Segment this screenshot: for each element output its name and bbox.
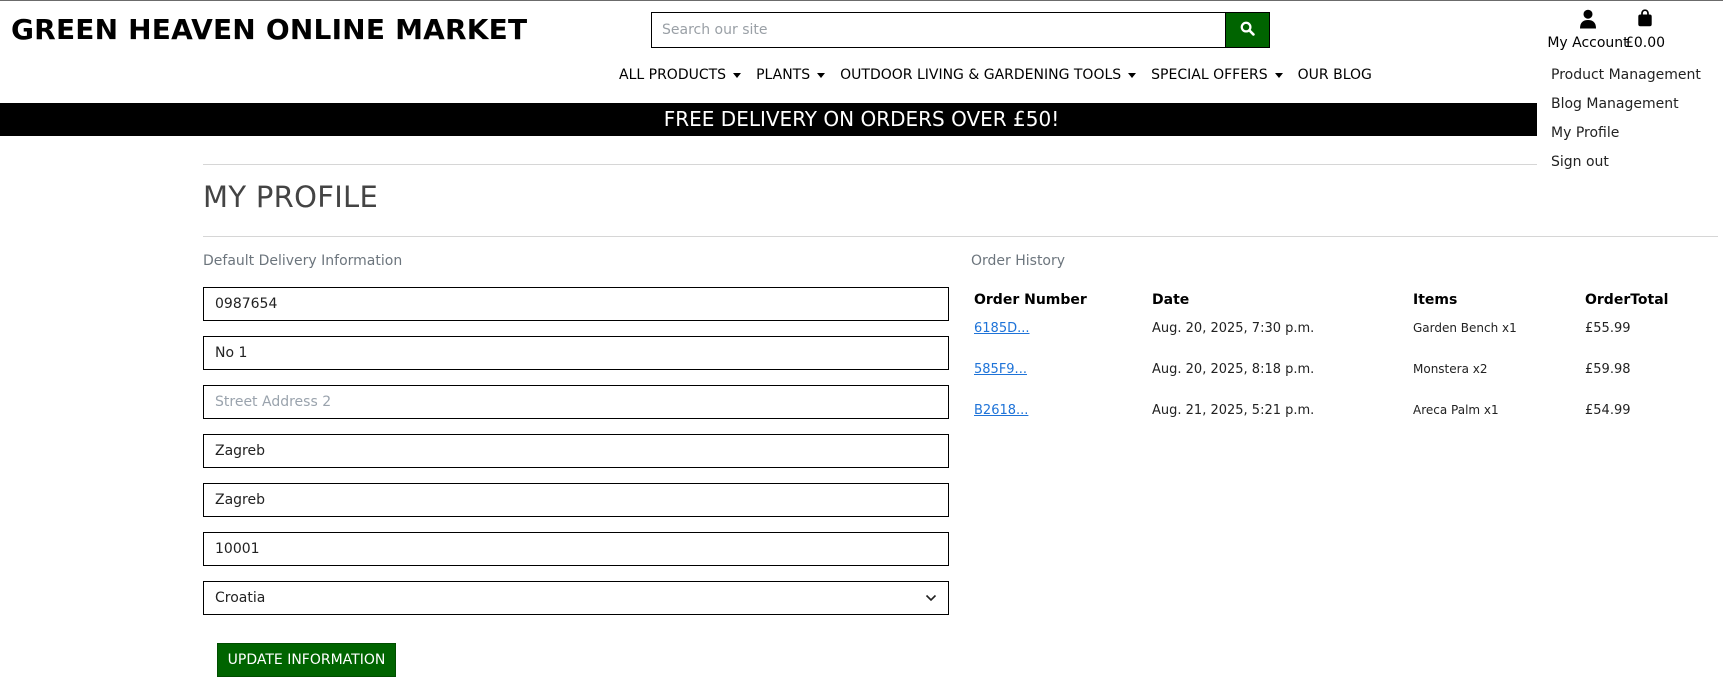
order-date: Aug. 20, 2025, 8:18 p.m. <box>1152 362 1315 377</box>
street-address-2-field[interactable] <box>203 385 949 419</box>
search-bar <box>651 12 1270 48</box>
column-header-order-total: OrderTotal <box>1585 292 1669 308</box>
order-date: Aug. 20, 2025, 7:30 p.m. <box>1152 321 1315 336</box>
country-select[interactable]: Croatia <box>203 581 949 615</box>
order-items: Areca Palm x1 <box>1413 403 1499 417</box>
column-header-order-number: Order Number <box>974 292 1087 308</box>
order-total: £54.99 <box>1585 403 1631 418</box>
order-items: Monstera x2 <box>1413 362 1488 376</box>
bag-total: £0.00 <box>1624 35 1666 51</box>
nav-outdoor-living[interactable]: OUTDOOR LIVING & GARDENING TOOLS <box>840 67 1137 83</box>
search-input[interactable] <box>651 12 1225 48</box>
order-date: Aug. 21, 2025, 5:21 p.m. <box>1152 403 1315 418</box>
phone-number-field[interactable] <box>203 287 949 321</box>
chevron-down-icon <box>925 590 937 606</box>
free-delivery-banner: FREE DELIVERY ON ORDERS OVER £50! <box>0 103 1723 136</box>
caret-down-icon <box>733 72 742 78</box>
nav-label: ALL PRODUCTS <box>619 67 727 83</box>
shopping-bag-button[interactable]: £0.00 <box>1622 9 1668 51</box>
site-logo[interactable]: GREEN HEAVEN ONLINE MARKET <box>11 13 527 46</box>
nav-label: SPECIAL OFFERS <box>1151 67 1268 83</box>
street-address-1-field[interactable] <box>203 336 949 370</box>
nav-plants[interactable]: PLANTS <box>756 67 826 83</box>
nav-label: OUTDOOR LIVING & GARDENING TOOLS <box>840 67 1122 83</box>
menu-item-my-profile[interactable]: My Profile <box>1537 119 1723 148</box>
menu-item-sign-out[interactable]: Sign out <box>1537 148 1723 177</box>
page-title: MY PROFILE <box>203 180 379 214</box>
nav-label: PLANTS <box>756 67 811 83</box>
search-icon <box>1240 21 1255 40</box>
order-number-link[interactable]: B2618... <box>974 403 1028 418</box>
nav-all-products[interactable]: ALL PRODUCTS <box>619 67 742 83</box>
search-button[interactable] <box>1225 12 1270 48</box>
menu-item-blog-management[interactable]: Blog Management <box>1537 90 1723 119</box>
nav-label: OUR BLOG <box>1297 67 1372 83</box>
order-total: £55.99 <box>1585 321 1631 336</box>
divider <box>203 164 1718 165</box>
delivery-info-label: Default Delivery Information <box>203 253 403 269</box>
divider <box>203 236 1718 237</box>
order-items: Garden Bench x1 <box>1413 321 1517 335</box>
menu-item-product-management[interactable]: Product Management <box>1537 61 1723 90</box>
order-history-label: Order History <box>971 253 1066 269</box>
column-header-date: Date <box>1152 292 1190 308</box>
caret-down-icon <box>817 72 826 78</box>
order-number-link[interactable]: 585F9... <box>974 362 1027 377</box>
county-field[interactable] <box>203 483 949 517</box>
order-total: £59.98 <box>1585 362 1631 377</box>
update-information-button[interactable]: UPDATE INFORMATION <box>217 643 396 677</box>
nav-special-offers[interactable]: SPECIAL OFFERS <box>1151 67 1283 83</box>
column-header-items: Items <box>1413 292 1458 308</box>
country-value: Croatia <box>215 590 266 606</box>
caret-down-icon <box>1274 72 1283 78</box>
nav-our-blog[interactable]: OUR BLOG <box>1298 67 1372 83</box>
main-nav: ALL PRODUCTS PLANTS OUTDOOR LIVING & GAR… <box>619 67 1387 83</box>
town-city-field[interactable] <box>203 434 949 468</box>
shopping-bag-icon <box>1622 9 1668 29</box>
order-number-link[interactable]: 6185D... <box>974 321 1030 336</box>
postcode-field[interactable] <box>203 532 949 566</box>
account-dropdown-menu: Product Management Blog Management My Pr… <box>1537 61 1723 177</box>
caret-down-icon <box>1128 72 1137 78</box>
